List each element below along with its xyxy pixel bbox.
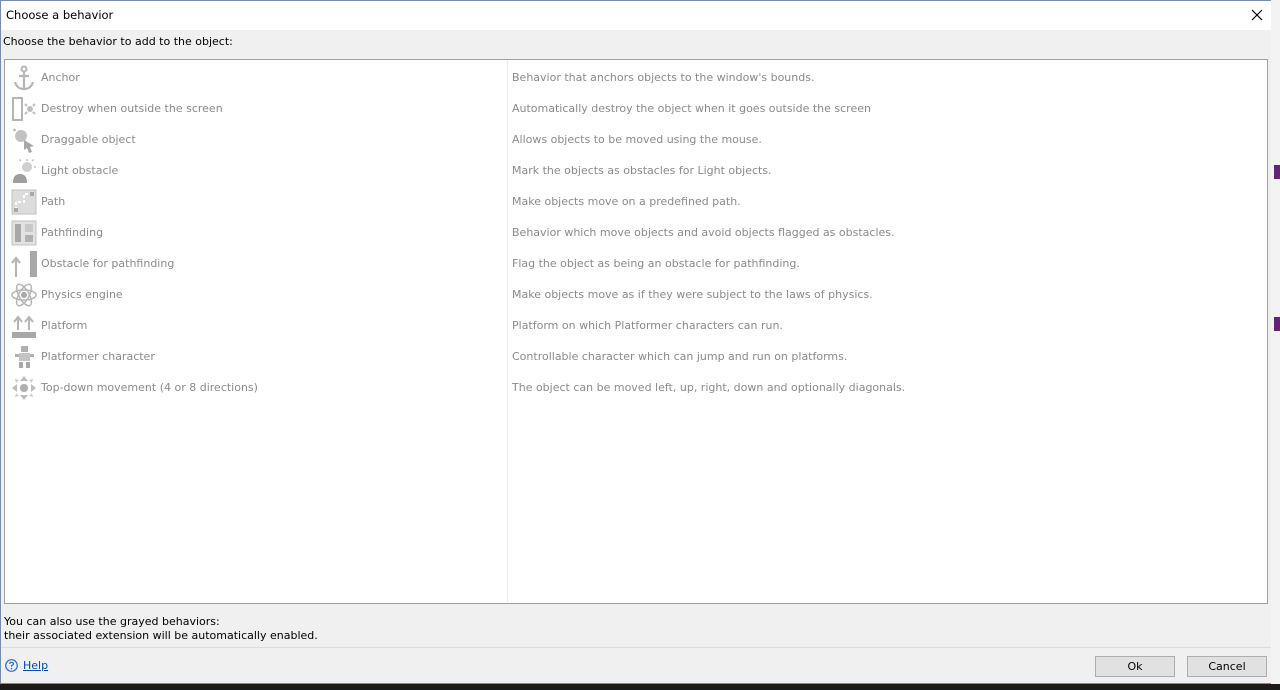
list-item-path[interactable]: Path Make objects move on a predefined p… — [5, 186, 1267, 217]
draggable-icon — [13, 128, 34, 153]
behavior-name: Draggable object — [41, 133, 136, 146]
behavior-description: Allows objects to be moved using the mou… — [512, 133, 762, 146]
grayed-behaviors-hint: You can also use the grayed behaviors: t… — [4, 615, 318, 643]
list-item-draggable[interactable]: Draggable object Allows objects to be mo… — [5, 124, 1267, 155]
path-icon — [11, 189, 37, 215]
behavior-name: Platform — [41, 319, 88, 332]
close-icon — [1251, 9, 1263, 21]
instruction-label: Choose the behavior to add to the object… — [3, 35, 233, 48]
taskbar-strip — [0, 684, 1280, 690]
behavior-description: Behavior that anchors objects to the win… — [512, 71, 815, 84]
accent-marker — [1274, 165, 1280, 179]
list-item-anchor[interactable]: Anchor Behavior that anchors objects to … — [5, 62, 1267, 93]
footer-divider — [1, 647, 1271, 648]
help-label[interactable]: Help — [23, 659, 48, 672]
list-item-top-down-movement[interactable]: Top-down movement (4 or 8 directions) Th… — [5, 372, 1267, 403]
light-obstacle-icon — [13, 158, 36, 183]
close-button[interactable] — [1243, 1, 1271, 29]
title-bar: Choose a behavior — [1, 1, 1271, 30]
help-icon — [5, 659, 18, 672]
behavior-name: Destroy when outside the screen — [41, 102, 223, 115]
behavior-name: Obstacle for pathfinding — [41, 257, 175, 270]
list-item-platform[interactable]: Platform Platform on which Platformer ch… — [5, 310, 1267, 341]
pathfinding-obstacle-icon — [11, 251, 37, 277]
behavior-name: Physics engine — [41, 288, 123, 301]
behavior-description: Automatically destroy the object when it… — [512, 102, 871, 115]
behavior-name: Platformer character — [41, 350, 155, 363]
top-down-movement-icon — [12, 376, 36, 400]
dialog-title: Choose a behavior — [6, 8, 114, 22]
anchor-icon — [13, 65, 35, 91]
choose-behavior-dialog: Choose a behavior Choose the behavior to… — [0, 0, 1271, 684]
behavior-name: Anchor — [41, 71, 80, 84]
help-link[interactable]: Help — [5, 659, 48, 672]
list-item-platformer-character[interactable]: Platformer character Controllable charac… — [5, 341, 1267, 372]
behavior-name: Path — [41, 195, 66, 208]
ok-button[interactable]: Ok — [1095, 656, 1175, 677]
list-item-pathfinding[interactable]: Pathfinding Behavior which move objects … — [5, 217, 1267, 248]
list-item-light-obstacle[interactable]: Light obstacle Mark the objects as obsta… — [5, 155, 1267, 186]
list-item-pathfinding-obstacle[interactable]: Obstacle for pathfinding Flag the object… — [5, 248, 1267, 279]
list-item-destroy-outside[interactable]: Destroy when outside the screen Automati… — [5, 93, 1267, 124]
behavior-name: Top-down movement (4 or 8 directions) — [41, 381, 258, 394]
physics-icon — [11, 283, 37, 307]
list-item-physics[interactable]: Physics engine Make objects move as if t… — [5, 279, 1267, 310]
hint-line-2: their associated extension will be autom… — [4, 629, 318, 642]
pathfinding-icon — [11, 220, 37, 246]
behavior-description: The object can be moved left, up, right,… — [512, 381, 906, 394]
platform-icon — [12, 315, 36, 338]
behavior-description: Controllable character which can jump an… — [512, 350, 848, 363]
behavior-description: Flag the object as being an obstacle for… — [512, 257, 800, 270]
behavior-description: Make objects move as if they were subjec… — [512, 288, 873, 301]
destroy-outside-icon — [12, 97, 36, 121]
hint-line-1: You can also use the grayed behaviors: — [4, 615, 220, 628]
accent-marker — [1274, 317, 1280, 331]
behavior-description: Platform on which Platformer characters … — [512, 319, 783, 332]
behavior-description: Make objects move on a predefined path. — [512, 195, 741, 208]
cancel-button[interactable]: Cancel — [1187, 656, 1267, 677]
behavior-name: Light obstacle — [41, 164, 119, 177]
behavior-description: Behavior which move objects and avoid ob… — [512, 226, 895, 239]
behavior-name: Pathfinding — [41, 226, 104, 239]
behavior-list[interactable]: Anchor Behavior that anchors objects to … — [4, 59, 1268, 604]
platformer-character-icon — [15, 346, 34, 368]
background-window-edge — [1271, 0, 1280, 690]
behavior-description: Mark the objects as obstacles for Light … — [512, 164, 772, 177]
